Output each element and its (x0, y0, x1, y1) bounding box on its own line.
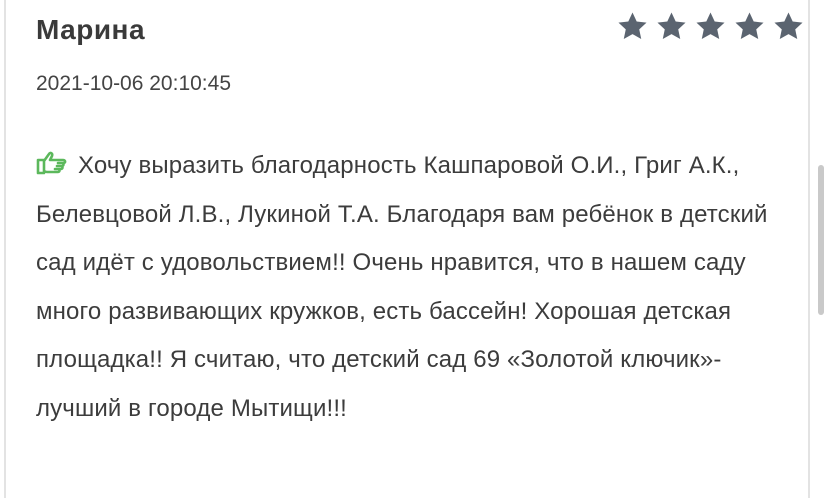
review-card: Марина 2021-10-06 20:10:45 Хочу выразить… (4, 0, 810, 498)
thumbs-up-icon (36, 151, 67, 175)
review-date: 2021-10-06 20:10:45 (36, 72, 231, 95)
review-author: Марина (36, 14, 146, 45)
star-icon (774, 12, 803, 40)
scrollbar[interactable] (818, 165, 824, 315)
star-icon (696, 12, 725, 40)
rating-stars (616, 10, 805, 43)
star-icon (618, 12, 647, 40)
review-body: Хочу выразить благодарность Кашпаровой О… (36, 142, 796, 433)
review-text: Хочу выразить благодарность Кашпаровой О… (36, 152, 768, 422)
star-icon (735, 12, 764, 40)
star-icon (657, 12, 686, 40)
